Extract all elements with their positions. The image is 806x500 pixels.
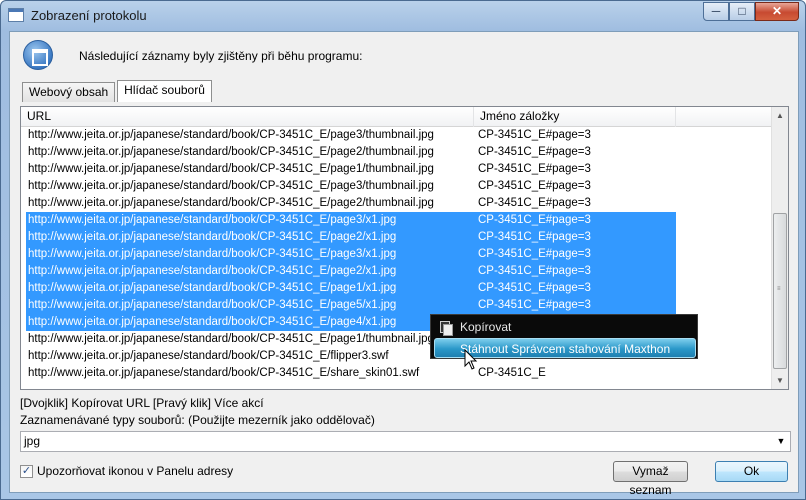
close-icon: ✕ xyxy=(771,4,783,18)
tab-web-content[interactable]: Webový obsah xyxy=(22,82,116,102)
log-window: Zobrazení protokolu ─ □ ✕ Následující zá… xyxy=(0,0,806,500)
dropdown-arrow-icon[interactable]: ▼ xyxy=(774,432,788,451)
cell-url: http://www.jeita.or.jp/japanese/standard… xyxy=(28,367,420,379)
cell-url: http://www.jeita.or.jp/japanese/standard… xyxy=(26,212,474,229)
notify-option[interactable]: ✓ Upozorňovat ikonou v Panelu adresy xyxy=(20,464,233,478)
cell-bookmark: CP-3451C_E#page=3 xyxy=(474,229,676,246)
cell-bookmark: CP-3451C_E#page=3 xyxy=(474,263,676,280)
file-types-combobox[interactable]: jpg ▼ xyxy=(20,431,791,452)
tab-strip: Webový obsah Hlídač souborů xyxy=(22,80,214,102)
maximize-icon: □ xyxy=(738,4,746,18)
tab-file-monitor[interactable]: Hlídač souborů xyxy=(117,80,212,102)
cell-url: http://www.jeita.or.jp/japanese/standard… xyxy=(26,314,474,331)
table-row[interactable]: http://www.jeita.or.jp/japanese/standard… xyxy=(21,161,773,178)
table-row[interactable]: http://www.jeita.or.jp/japanese/standard… xyxy=(21,178,773,195)
cell-url: http://www.jeita.or.jp/japanese/standard… xyxy=(28,350,389,362)
table-row[interactable]: http://www.jeita.or.jp/japanese/standard… xyxy=(21,144,773,161)
cell-bookmark: CP-3451C_E#page=3 xyxy=(474,212,676,229)
table-row[interactable]: http://www.jeita.or.jp/japanese/standard… xyxy=(21,127,773,144)
cell-url: http://www.jeita.or.jp/japanese/standard… xyxy=(28,129,434,141)
cell-url: http://www.jeita.or.jp/japanese/standard… xyxy=(26,246,474,263)
cell-bookmark: CP-3451C_E#page=3 xyxy=(474,297,676,314)
cell-url: http://www.jeita.or.jp/japanese/standard… xyxy=(28,333,434,345)
cell-url: http://www.jeita.or.jp/japanese/standard… xyxy=(26,263,474,280)
table-row[interactable]: http://www.jeita.or.jp/japanese/standard… xyxy=(21,297,773,314)
window-title: Zobrazení protokolu xyxy=(31,8,147,23)
clear-list-button[interactable]: Vymaž seznam xyxy=(613,461,688,497)
menu-item-copy[interactable]: Kopírovat xyxy=(432,317,696,337)
cell-url: http://www.jeita.or.jp/japanese/standard… xyxy=(26,297,474,314)
cell-bookmark: CP-3451C_E xyxy=(478,367,546,379)
cell-url: http://www.jeita.or.jp/japanese/standard… xyxy=(28,163,434,175)
table-row[interactable]: http://www.jeita.or.jp/japanese/standard… xyxy=(21,263,773,280)
copy-icon xyxy=(440,321,453,336)
intro-text: Následující záznamy byly zjištěny při bě… xyxy=(79,49,363,63)
scrollbar-thumb[interactable]: ≡ xyxy=(773,213,787,369)
table-row[interactable]: http://www.jeita.or.jp/japanese/standard… xyxy=(21,246,773,263)
cell-url: http://www.jeita.or.jp/japanese/standard… xyxy=(28,180,434,192)
cell-bookmark: CP-3451C_E#page=3 xyxy=(474,246,676,263)
table-row[interactable]: http://www.jeita.or.jp/japanese/standard… xyxy=(21,229,773,246)
table-row[interactable]: http://www.jeita.or.jp/japanese/standard… xyxy=(21,212,773,229)
grip-icon: ≡ xyxy=(777,286,781,292)
dialog-body: Následující záznamy byly zjištěny při bě… xyxy=(9,31,799,497)
file-types-value: jpg xyxy=(24,434,41,448)
title-bar[interactable]: Zobrazení protokolu ─ □ ✕ xyxy=(1,1,805,31)
maxthon-logo-icon xyxy=(23,40,53,70)
table-row[interactable]: http://www.jeita.or.jp/japanese/standard… xyxy=(21,365,773,382)
cell-bookmark: CP-3451C_E#page=3 xyxy=(474,280,676,297)
window-icon xyxy=(8,8,24,22)
scroll-down-icon[interactable]: ▼ xyxy=(772,372,788,389)
cell-url: http://www.jeita.or.jp/japanese/standard… xyxy=(26,229,474,246)
cell-bookmark: CP-3451C_E#page=3 xyxy=(478,197,591,209)
cell-url: http://www.jeita.or.jp/japanese/standard… xyxy=(28,146,434,158)
close-button[interactable]: ✕ xyxy=(755,2,799,21)
column-header-url[interactable]: URL xyxy=(21,107,474,127)
cell-bookmark: CP-3451C_E#page=3 xyxy=(478,129,591,141)
caption-buttons: ─ □ ✕ xyxy=(703,2,799,21)
cell-url: http://www.jeita.or.jp/japanese/standard… xyxy=(26,280,474,297)
cell-bookmark: CP-3451C_E#page=3 xyxy=(478,146,591,158)
cell-bookmark: CP-3451C_E#page=3 xyxy=(478,163,591,175)
cell-bookmark: CP-3451C_E#page=3 xyxy=(478,180,591,192)
minimize-button[interactable]: ─ xyxy=(703,2,729,21)
scroll-up-icon[interactable]: ▲ xyxy=(772,107,788,124)
ok-button[interactable]: Ok xyxy=(715,461,788,482)
mouse-cursor-icon xyxy=(464,349,478,370)
minimize-icon: ─ xyxy=(711,4,721,18)
menu-item-download-label: Stáhnout Správcem stahování Maxthon xyxy=(460,342,671,356)
table-row[interactable]: http://www.jeita.or.jp/japanese/standard… xyxy=(21,280,773,297)
cell-url: http://www.jeita.or.jp/japanese/standard… xyxy=(28,197,434,209)
file-types-label: Zaznamenávané typy souborů: (Použijte me… xyxy=(20,413,375,427)
list-header: URL Jméno záložky xyxy=(21,107,773,127)
column-header-bookmark[interactable]: Jméno záložky xyxy=(474,107,676,127)
notify-checkbox-label: Upozorňovat ikonou v Panelu adresy xyxy=(37,464,234,478)
notify-checkbox[interactable]: ✓ xyxy=(20,464,33,478)
hint-text: [Dvojklik] Kopírovat URL [Pravý klik] Ví… xyxy=(20,396,264,410)
maximize-button[interactable]: □ xyxy=(729,2,755,21)
menu-item-copy-label: Kopírovat xyxy=(460,320,512,334)
vertical-scrollbar[interactable]: ▲ ≡ ▼ xyxy=(771,107,788,389)
table-row[interactable]: http://www.jeita.or.jp/japanese/standard… xyxy=(21,195,773,212)
